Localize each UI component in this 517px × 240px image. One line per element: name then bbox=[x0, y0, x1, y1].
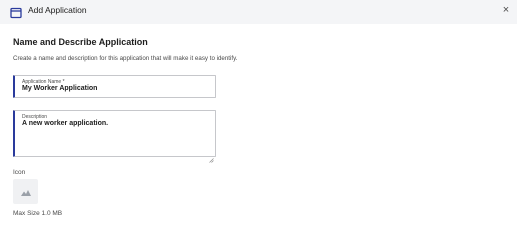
window-icon bbox=[10, 6, 22, 19]
icon-upload-button[interactable] bbox=[13, 179, 38, 204]
close-icon: × bbox=[502, 3, 510, 16]
image-placeholder-icon bbox=[20, 183, 31, 201]
max-size-text: Max Size 1.0 MB bbox=[13, 210, 63, 217]
description-value[interactable]: A new worker application. bbox=[22, 120, 108, 127]
dialog-title: Add Application bbox=[28, 5, 87, 15]
description-field[interactable]: Description A new worker application. bbox=[13, 110, 216, 163]
dialog-header: Add Application × bbox=[0, 0, 517, 24]
section-title: Name and Describe Application bbox=[13, 37, 148, 47]
section-description: Create a name and description for this a… bbox=[13, 55, 238, 62]
application-name-field[interactable]: Application Name * My Worker Application bbox=[13, 75, 216, 98]
resize-handle-icon[interactable] bbox=[209, 150, 214, 163]
close-button[interactable]: × bbox=[499, 3, 513, 17]
icon-label: Icon bbox=[13, 169, 26, 176]
application-name-value[interactable]: My Worker Application bbox=[22, 85, 97, 92]
